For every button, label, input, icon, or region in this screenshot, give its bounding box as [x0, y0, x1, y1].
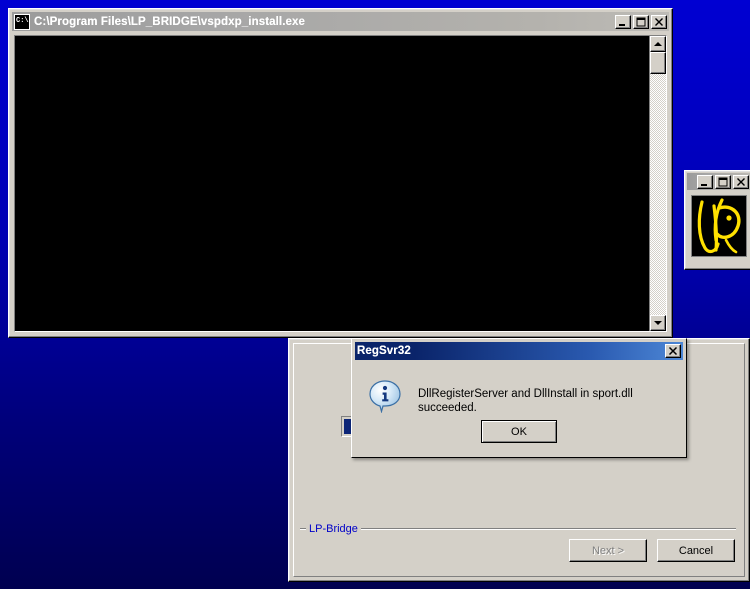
scrollbar-track[interactable] [650, 74, 666, 315]
next-button[interactable]: Next > [569, 539, 647, 562]
regsvr32-dialog[interactable]: RegSvr32 DllRegisterServer and DllInstal… [351, 338, 687, 458]
maximize-button[interactable] [633, 14, 649, 29]
brand-label: LP-Bridge [309, 523, 358, 535]
scroll-up-button[interactable] [650, 36, 666, 52]
logo-window[interactable] [684, 170, 750, 270]
cancel-button[interactable]: Cancel [657, 539, 735, 562]
close-button[interactable] [651, 14, 667, 29]
scrollbar-thumb[interactable] [650, 52, 666, 74]
regsvr32-titlebar[interactable]: RegSvr32 [355, 342, 683, 360]
desktop: C:\ C:\Program Files\LP_BRIDGE\vspdxp_in… [0, 0, 750, 589]
installer-button-row: Next > Cancel [569, 539, 735, 562]
regsvr32-message-text: DllRegisterServer and DllInstall in spor… [418, 388, 633, 414]
console-vertical-scrollbar[interactable] [649, 36, 666, 331]
console-window[interactable]: C:\ C:\Program Files\LP_BRIDGE\vspdxp_in… [8, 8, 673, 338]
console-icon: C:\ [14, 13, 30, 30]
lp-logo-image [691, 195, 747, 257]
minimize-button[interactable] [615, 14, 631, 29]
minimize-button[interactable] [697, 174, 713, 189]
regsvr32-body: DllRegisterServer and DllInstall in spor… [356, 363, 682, 453]
console-window-controls [615, 14, 667, 29]
console-window-title: C:\Program Files\LP_BRIDGE\vspdxp_instal… [34, 15, 305, 28]
close-button[interactable] [665, 344, 681, 358]
close-button[interactable] [733, 174, 749, 189]
regsvr32-dialog-title: RegSvr32 [357, 345, 411, 357]
info-icon [369, 379, 403, 414]
scroll-down-button[interactable] [650, 315, 666, 331]
console-icon-glyph: C:\ [16, 16, 29, 25]
console-titlebar[interactable]: C:\ C:\Program Files\LP_BRIDGE\vspdxp_in… [12, 12, 669, 31]
console-client-area[interactable] [14, 35, 667, 332]
logo-window-controls [697, 174, 749, 189]
logo-window-titlebar[interactable] [687, 173, 750, 190]
brand-group-separator: LP-Bridge [300, 522, 736, 536]
regsvr32-window-controls [665, 344, 681, 358]
group-line [360, 528, 736, 530]
ok-button[interactable]: OK [481, 420, 557, 443]
console-output-text [15, 36, 649, 331]
maximize-button[interactable] [715, 174, 731, 189]
